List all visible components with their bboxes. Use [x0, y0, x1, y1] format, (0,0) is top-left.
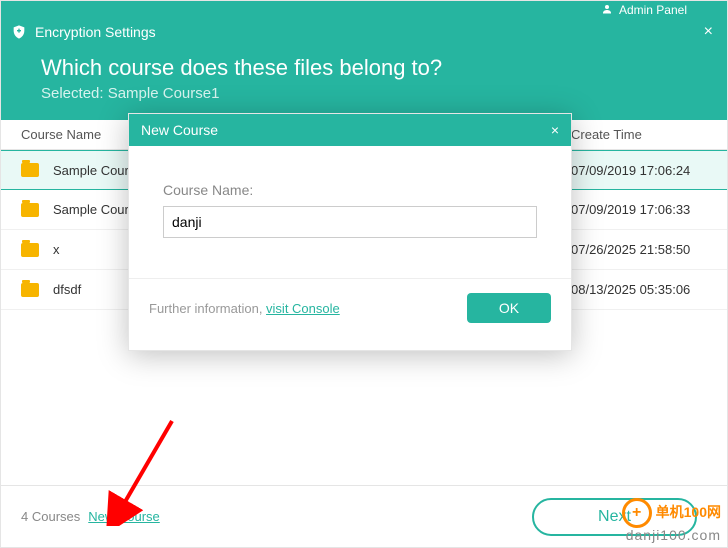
course-name-input[interactable]	[163, 206, 537, 238]
folder-icon	[21, 283, 39, 297]
modal-close-button[interactable]: ×	[551, 122, 559, 138]
course-name-text: dfsdf	[53, 282, 81, 297]
window-close-button[interactable]: ×	[700, 23, 717, 41]
window-title: Encryption Settings	[35, 24, 156, 40]
footer: 4 Courses New Course Next	[1, 485, 727, 547]
header-question: Which course does these files belong to?	[41, 55, 687, 81]
course-name-text: x	[53, 242, 60, 257]
folder-icon	[21, 163, 39, 177]
window-title-bar: Encryption Settings ×	[1, 19, 727, 45]
chrome-top-bar: Admin Panel	[1, 1, 727, 19]
cell-create-time: 08/13/2025 05:35:06	[571, 282, 717, 297]
header-selected: Selected: Sample Course1	[41, 85, 687, 102]
course-count: 4 Courses	[21, 509, 80, 524]
cell-create-time: 07/09/2019 17:06:33	[571, 202, 717, 217]
folder-icon	[21, 203, 39, 217]
cell-create-time: 07/26/2025 21:58:50	[571, 242, 717, 257]
visit-console-link[interactable]: visit Console	[266, 301, 340, 316]
shield-icon	[11, 24, 27, 40]
modal-title: New Course	[141, 122, 218, 138]
modal-title-bar: New Course ×	[129, 114, 571, 146]
cell-create-time: 07/09/2019 17:06:24	[571, 163, 717, 178]
new-course-link[interactable]: New Course	[88, 509, 160, 524]
folder-icon	[21, 243, 39, 257]
course-name-label: Course Name:	[163, 182, 537, 198]
column-header-create: Create Time	[571, 127, 717, 142]
next-button[interactable]: Next	[532, 498, 697, 536]
admin-panel-link[interactable]: Admin Panel	[619, 3, 687, 17]
modal-info-text: Further information, visit Console	[149, 301, 340, 316]
admin-icon	[601, 3, 613, 18]
page-header: Which course does these files belong to?…	[1, 45, 727, 120]
further-info-text: Further information,	[149, 301, 266, 316]
ok-button[interactable]: OK	[467, 293, 551, 323]
new-course-modal: New Course × Course Name: Further inform…	[128, 113, 572, 351]
